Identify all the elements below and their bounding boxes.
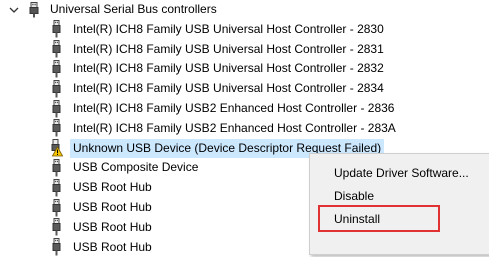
usb-plug-icon xyxy=(52,79,61,98)
device-row[interactable]: Intel(R) ICH8 Family USB Universal Host … xyxy=(50,79,384,98)
device-row[interactable]: Intel(R) ICH8 Family USB2 Enhanced Host … xyxy=(50,99,394,118)
device-label: Intel(R) ICH8 Family USB Universal Host … xyxy=(73,41,384,56)
chevron-down-icon[interactable] xyxy=(8,4,20,16)
device-label: Intel(R) ICH8 Family USB2 Enhanced Host … xyxy=(73,101,395,115)
device-row[interactable]: USB Root Hub xyxy=(50,238,152,257)
device-row[interactable]: USB Composite Device xyxy=(50,158,198,177)
device-row[interactable]: USB Root Hub xyxy=(50,198,152,217)
device-row[interactable]: Intel(R) ICH8 Family USB Universal Host … xyxy=(50,20,384,39)
device-label: Intel(R) ICH8 Family USB Universal Host … xyxy=(73,21,384,36)
device-label: USB Root Hub xyxy=(73,180,152,195)
device-row[interactable]: Intel(R) ICH8 Family USB2 Enhanced Host … xyxy=(50,119,396,138)
usb-plug-icon xyxy=(29,1,39,17)
category-usb-controllers[interactable]: Universal Serial Bus controllers xyxy=(8,0,217,19)
device-row[interactable]: Intel(R) ICH8 Family USB Universal Host … xyxy=(50,59,384,78)
device-label: USB Root Hub xyxy=(73,200,152,214)
device-label: USB Root Hub xyxy=(73,239,152,254)
device-label: Intel(R) ICH8 Family USB Universal Host … xyxy=(73,81,384,96)
device-label: Intel(R) ICH8 Family USB2 Enhanced Host … xyxy=(73,120,396,135)
usb-plug-icon xyxy=(52,218,61,236)
device-row[interactable]: USB Root Hub xyxy=(50,178,152,197)
usb-plug-icon xyxy=(52,198,61,216)
menu-item-update-driver[interactable]: Update Driver Software... xyxy=(334,162,469,184)
context-menu: Update Driver Software... Disable Uninst… xyxy=(309,153,489,255)
usb-plug-icon xyxy=(52,238,61,256)
device-label: Intel(R) ICH8 Family USB Universal Host … xyxy=(73,61,384,76)
device-row[interactable]: USB Root Hub xyxy=(50,218,152,237)
device-label: USB Root Hub xyxy=(73,219,152,234)
usb-plug-icon xyxy=(52,20,61,38)
device-row[interactable]: Intel(R) ICH8 Family USB Universal Host … xyxy=(50,40,384,59)
uninstall-highlight-box xyxy=(318,205,440,232)
usb-plug-icon xyxy=(52,119,61,137)
warning-icon xyxy=(51,139,63,157)
category-label: Universal Serial Bus controllers xyxy=(50,2,217,16)
device-label: USB Composite Device xyxy=(73,160,199,175)
menu-item-disable[interactable]: Disable xyxy=(334,185,374,207)
usb-plug-icon xyxy=(52,99,61,117)
usb-plug-icon xyxy=(52,178,61,197)
usb-plug-icon xyxy=(52,40,61,58)
usb-plug-icon xyxy=(52,158,61,177)
usb-plug-icon xyxy=(52,59,61,78)
